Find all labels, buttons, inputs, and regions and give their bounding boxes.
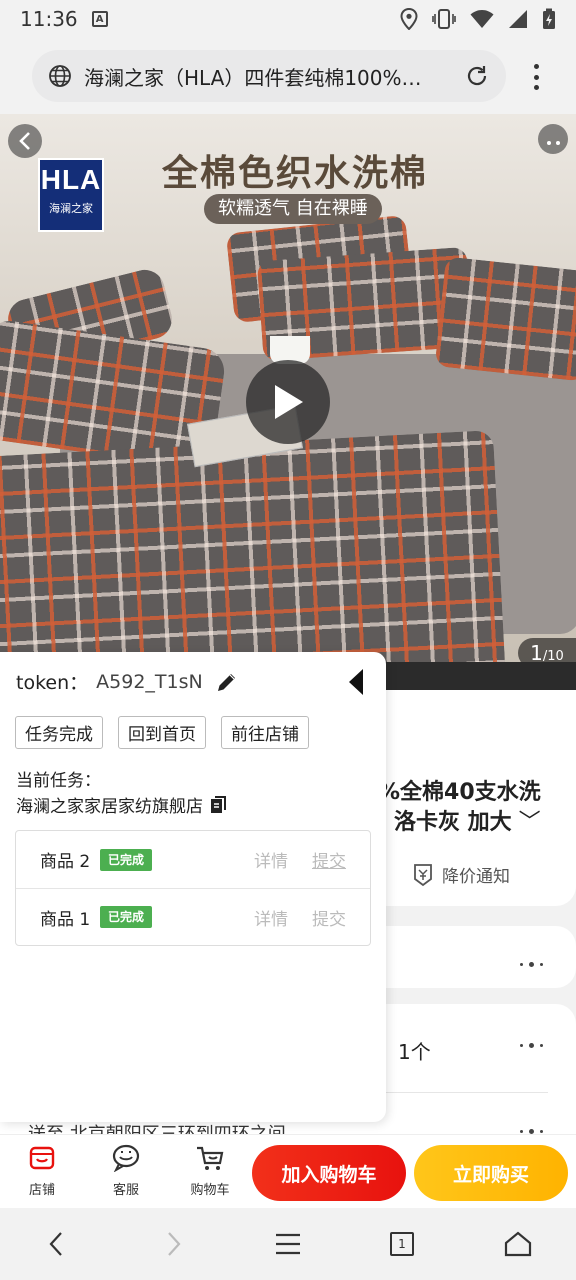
task-row: 商品 1 已完成 详情 提交 [16, 888, 370, 945]
task-name: 商品 2 [40, 852, 91, 872]
product-image-carousel[interactable]: HLA 海澜之家 全棉色织水洗棉 软糯透气 自在裸睡 1/10 [0, 114, 576, 690]
chat-face-icon [112, 1144, 140, 1172]
collapse-panel-icon[interactable] [346, 668, 366, 696]
status-bar: 11:36 A [0, 0, 576, 38]
nav-menu-button[interactable] [270, 1228, 306, 1260]
cart-icon [197, 1146, 224, 1170]
current-task-label: 当前任务： [16, 771, 101, 791]
status-badge: 已完成 [100, 906, 153, 928]
signal-icon [509, 10, 527, 28]
logo-text: HLA [40, 164, 102, 195]
status-badge: 已完成 [100, 848, 153, 871]
play-video-button[interactable] [246, 360, 330, 444]
current-task: 海澜之家家居家纺旗舰店 [16, 792, 229, 817]
forward-arrow-icon [168, 1232, 181, 1256]
status-time: 11:36 [20, 7, 78, 31]
nav-back-button[interactable] [38, 1228, 74, 1260]
divider [386, 1092, 548, 1093]
purchase-action-bar: 店铺 客服 购物车 加入购物车 立即购买 [0, 1134, 576, 1208]
task-row: 商品 2 已完成 详情 提交 [16, 831, 370, 888]
home-icon [504, 1231, 532, 1257]
more-button[interactable] [538, 124, 568, 154]
price-drop-notice-button[interactable]: 降价通知 [412, 862, 510, 887]
current-task-value: 海澜之家家居家纺旗舰店 [16, 797, 203, 817]
url-text[interactable]: 海澜之家（HLA）四件套纯棉100%… [84, 62, 450, 91]
hero-headline: 全棉色织水洗棉 [161, 153, 428, 194]
location-icon [400, 8, 418, 30]
hamburger-icon [276, 1233, 300, 1255]
price-notice-label: 降价通知 [442, 867, 510, 887]
battery-icon [543, 8, 555, 29]
shop-label: 店铺 [28, 1183, 55, 1198]
chevron-left-icon [19, 132, 30, 150]
browser-toolbar: 海澜之家（HLA）四件套纯棉100%… [0, 38, 576, 114]
tabs-icon: 1 [390, 1232, 414, 1256]
hero-subheadline: 软糯透气 自在裸睡 [204, 194, 382, 224]
task-list: 商品 2 已完成 详情 提交 商品 1 已完成 详情 提交 [15, 830, 371, 946]
reload-icon[interactable] [464, 63, 490, 89]
chevron-down-icon: ﹀ [511, 810, 541, 835]
task-name: 商品 1 [40, 909, 91, 930]
logo-subtext: 海澜之家 [49, 202, 93, 215]
vibrate-icon [432, 9, 456, 29]
product-title-line1: %全棉40支水洗 [378, 780, 541, 805]
brand-logo: HLA 海澜之家 [38, 158, 104, 232]
plaid-pillow-right [434, 256, 576, 382]
task-detail-link[interactable]: 详情 [254, 905, 288, 930]
wifi-icon [470, 10, 494, 28]
play-icon [275, 385, 303, 419]
spec-more-icon[interactable] [520, 962, 543, 967]
service-label: 客服 [112, 1183, 139, 1198]
nav-forward-button[interactable] [156, 1228, 192, 1260]
address-bar[interactable]: 海澜之家（HLA）四件套纯棉100%… [32, 50, 506, 102]
system-navigation-bar: 1 [0, 1208, 576, 1280]
nav-tabs-button[interactable]: 1 [384, 1228, 420, 1260]
task-detail-link[interactable]: 详情 [254, 847, 288, 872]
task-submit-link[interactable]: 提交 [312, 905, 346, 930]
browser-menu-button[interactable] [526, 60, 546, 94]
cart-button[interactable]: 购物车 [180, 1143, 240, 1198]
nav-home-button[interactable] [500, 1228, 536, 1260]
plaid-duvet [0, 430, 507, 690]
panel-action-buttons: 任务完成 回到首页 前往店铺 [15, 716, 309, 749]
customer-service-button[interactable]: 客服 [96, 1143, 156, 1198]
copy-icon[interactable] [209, 795, 229, 815]
task-complete-button[interactable]: 任务完成 [15, 716, 103, 749]
token-label: token： [16, 672, 89, 694]
token-value: A592_T1sN [96, 670, 203, 693]
product-title-line2: 洛卡灰 加大 [394, 810, 512, 835]
globe-icon [49, 65, 71, 87]
shop-icon [29, 1146, 55, 1170]
cart-label: 购物车 [190, 1183, 230, 1198]
back-arrow-icon [49, 1232, 62, 1256]
task-panel: token： A592_T1sN 任务完成 回到首页 前往店铺 当前任务： 海澜… [0, 652, 386, 1122]
buy-now-button[interactable]: 立即购买 [414, 1145, 568, 1201]
product-title[interactable]: %全棉40支水洗 洛卡灰 加大 ﹀ [378, 778, 568, 838]
add-to-cart-button[interactable]: 加入购物车 [252, 1145, 406, 1201]
back-button[interactable] [8, 124, 42, 158]
go-to-shop-button[interactable]: 前往店铺 [221, 716, 309, 749]
back-home-button[interactable]: 回到首页 [118, 716, 206, 749]
quantity-more-icon[interactable] [520, 1043, 543, 1048]
task-submit-link[interactable]: 提交 [312, 847, 346, 872]
notification-app-icon: A [91, 11, 108, 27]
token-row: token： A592_T1sN [16, 668, 239, 695]
price-tag-icon [414, 863, 432, 886]
quantity-value[interactable]: 1个 [398, 1036, 431, 1065]
shop-button[interactable]: 店铺 [12, 1143, 72, 1198]
pencil-icon[interactable] [215, 670, 239, 694]
